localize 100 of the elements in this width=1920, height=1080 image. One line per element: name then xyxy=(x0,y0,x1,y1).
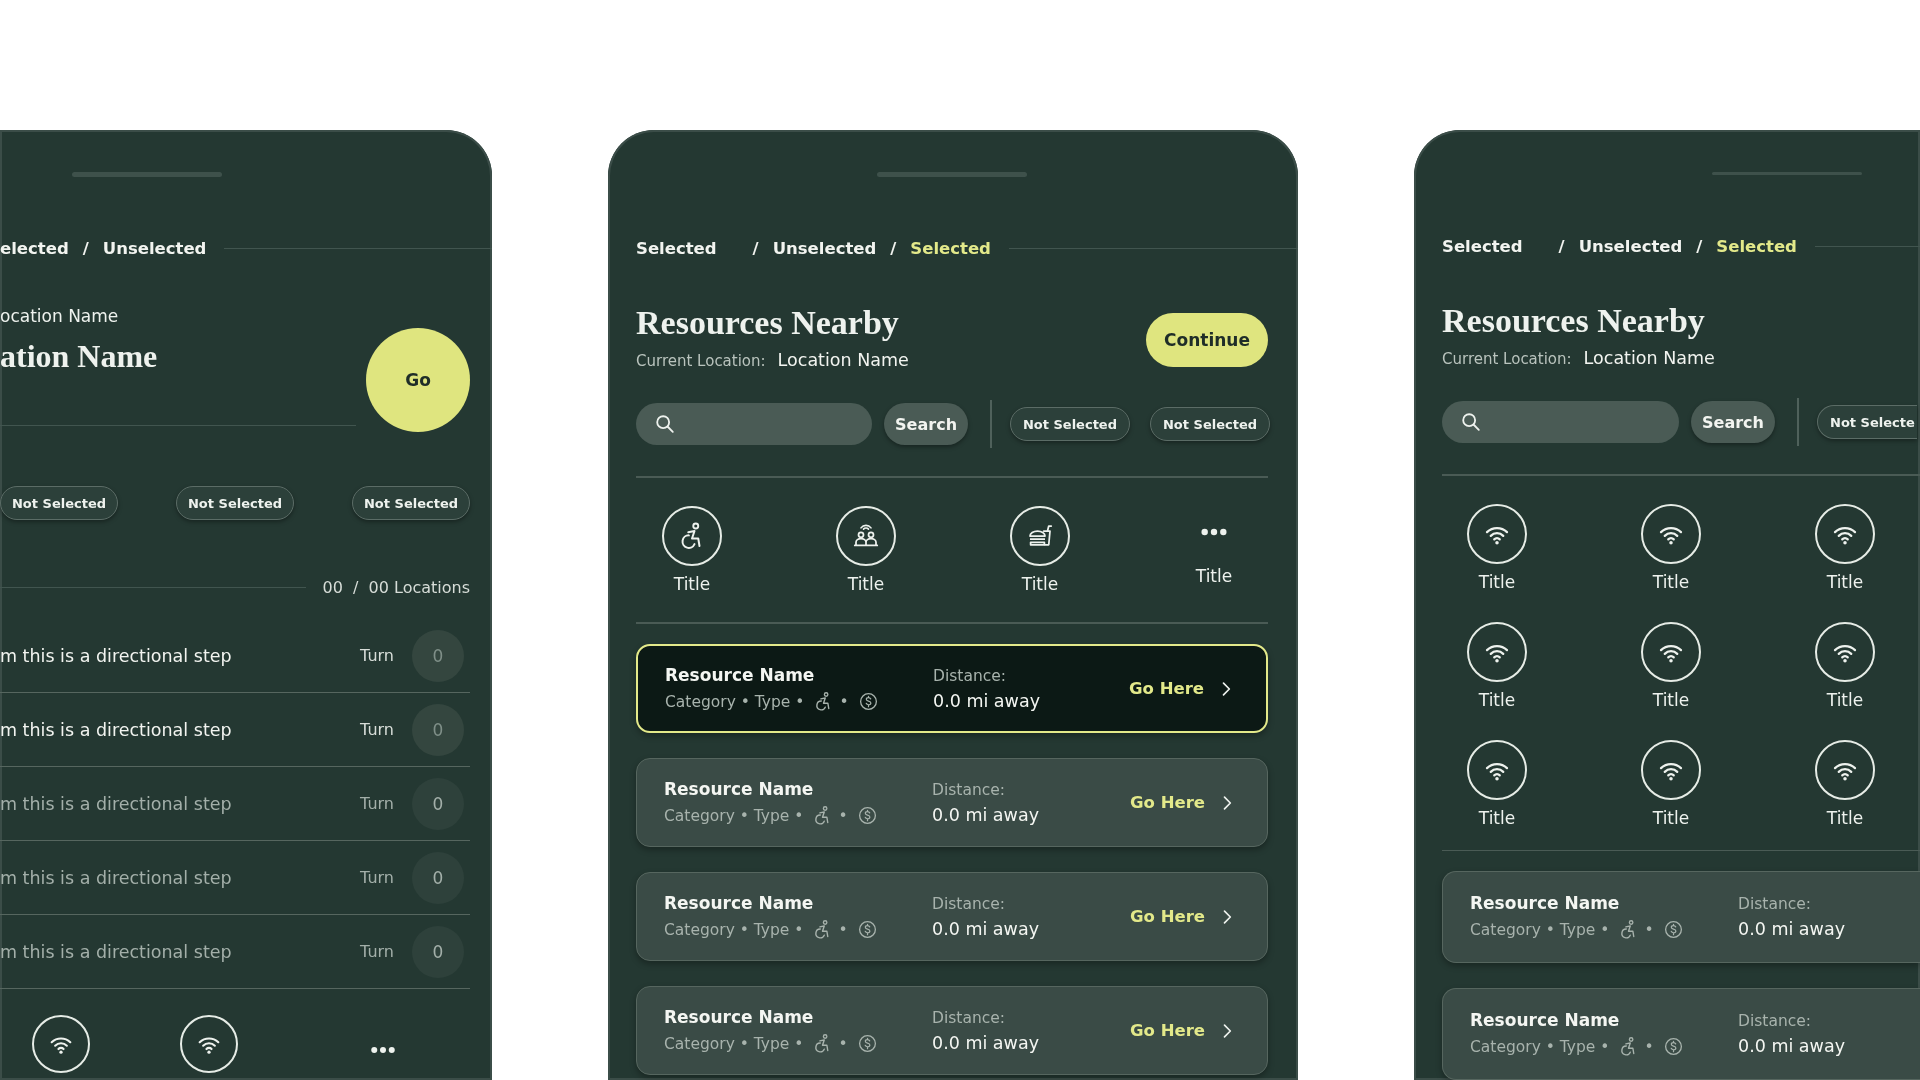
filter-chip[interactable]: Not Selected xyxy=(1009,407,1130,441)
search-button[interactable]: Search xyxy=(1691,401,1775,444)
distance-label: Distance: xyxy=(933,666,1007,685)
page-title: Resources Nearby xyxy=(636,304,900,342)
step-badge: 0 xyxy=(412,851,464,904)
category-button[interactable] xyxy=(1467,503,1527,564)
filter-chip[interactable]: Not Selected xyxy=(0,486,118,520)
search-icon xyxy=(654,413,676,435)
location-name: ocation Name xyxy=(0,306,120,326)
nav-button[interactable] xyxy=(32,1015,90,1073)
category-label: Title xyxy=(1652,689,1690,710)
resource-name: Resource Name xyxy=(664,779,815,799)
breadcrumb-tab[interactable]: Selected xyxy=(1442,237,1523,257)
step-text: m this is a directional step xyxy=(0,719,233,740)
resource-card[interactable]: Resource Name Category • Type • • Distance: 0.0 mi away Go Here xyxy=(636,986,1268,1075)
category-button[interactable] xyxy=(1641,739,1701,800)
search-field[interactable] xyxy=(636,403,873,445)
search-field[interactable] xyxy=(1442,401,1679,444)
go-here-link[interactable]: Go Here xyxy=(1130,1020,1237,1041)
step-action: Turn xyxy=(360,868,394,887)
nav-button[interactable] xyxy=(180,1015,238,1073)
distance-value: 0.0 mi away xyxy=(932,804,1040,825)
step-action: Turn xyxy=(360,794,394,813)
distance-label: Distance: xyxy=(1738,1012,1812,1030)
category-label: Title xyxy=(1478,571,1516,592)
breadcrumb-tab[interactable]: elected xyxy=(0,239,69,258)
meta-separator: • xyxy=(1644,921,1654,939)
go-here-link[interactable]: Go Here xyxy=(1130,906,1237,927)
resource-name: Resource Name xyxy=(1470,893,1621,914)
step-badge: 0 xyxy=(412,703,464,756)
distance-value: 0.0 mi away xyxy=(1738,919,1846,939)
go-here-link[interactable]: Go Here xyxy=(1129,678,1236,699)
resource-card[interactable]: Resource Name Category • Type • • Distance: 0.0 mi away Go Here xyxy=(636,758,1268,847)
category-button[interactable] xyxy=(1010,506,1070,566)
category-button[interactable] xyxy=(1641,503,1701,564)
dollar-icon xyxy=(856,805,878,826)
breadcrumb-separator: / xyxy=(82,239,89,258)
breadcrumb-tab[interactable]: Unselected xyxy=(772,239,877,258)
dollar-icon xyxy=(1662,919,1684,941)
distance-label: Distance: xyxy=(932,1008,1006,1027)
category-label: Title xyxy=(1826,689,1864,710)
distance-label: Distance: xyxy=(1738,895,1812,913)
breadcrumb-tab[interactable]: Selected xyxy=(1716,237,1797,257)
filter-chip[interactable]: Not Selected xyxy=(176,486,294,520)
resource-card[interactable]: Resource Name Category • Type • • Distance: 0.0 mi away Go Here xyxy=(636,644,1268,733)
resource-name: Resource Name xyxy=(1470,1010,1621,1031)
meta-separator: • xyxy=(1644,1038,1654,1056)
location-value: Location Name xyxy=(777,350,909,370)
step-text: m this is a directional step xyxy=(0,793,233,814)
resource-card[interactable]: Resource Name Category • Type • • Distance: 0.0 mi away xyxy=(1442,871,1920,963)
resource-name: Resource Name xyxy=(664,1007,815,1027)
category-button[interactable] xyxy=(1641,621,1701,682)
category-button[interactable] xyxy=(1815,739,1875,800)
dollar-icon xyxy=(856,919,878,940)
step-action: Turn xyxy=(360,942,394,961)
go-here-link[interactable]: Go Here xyxy=(1130,792,1237,813)
step-text: m this is a directional step xyxy=(0,867,233,888)
resource-card[interactable]: Resource Name Category • Type • • Distance: 0.0 mi away Go Here xyxy=(636,872,1268,961)
breadcrumb-separator: / xyxy=(752,239,759,258)
breadcrumb-tab[interactable]: Selected xyxy=(636,239,717,258)
step-action: Turn xyxy=(360,720,394,739)
search-button[interactable]: Search xyxy=(884,403,968,445)
continue-button[interactable]: Continue xyxy=(1146,313,1268,367)
breadcrumb-tab[interactable]: Unselected xyxy=(102,239,207,258)
dollar-icon xyxy=(856,1033,878,1054)
category-button[interactable] xyxy=(1467,739,1527,800)
filter-chip[interactable]: Not Selected xyxy=(1149,407,1270,441)
step-badge: 0 xyxy=(412,925,464,978)
resource-meta: Category • Type • xyxy=(664,920,804,939)
page-title: Resources Nearby xyxy=(1442,302,1706,341)
resource-name: Resource Name xyxy=(665,665,816,685)
category-label: Title xyxy=(847,574,885,594)
category-button[interactable] xyxy=(662,506,722,566)
meta-separator: • xyxy=(839,692,849,711)
category-button[interactable] xyxy=(1815,503,1875,564)
dollar-icon xyxy=(1662,1036,1684,1058)
filter-chip[interactable]: Not Selecte xyxy=(1817,405,1917,440)
category-button[interactable] xyxy=(836,506,896,566)
category-label: Title xyxy=(1478,807,1516,828)
filter-chip[interactable]: Not Selected xyxy=(352,486,470,520)
go-button[interactable]: Go xyxy=(366,328,470,432)
step-badge: 0 xyxy=(412,629,464,682)
distance-label: Distance: xyxy=(932,894,1006,913)
distance-label: Distance: xyxy=(932,780,1006,799)
category-button[interactable] xyxy=(1815,621,1875,682)
resource-name: Resource Name xyxy=(664,893,815,913)
page-title: ation Name xyxy=(0,338,159,375)
breadcrumb-separator: / xyxy=(1696,237,1703,257)
category-label: Title xyxy=(673,574,711,594)
search-icon xyxy=(1460,411,1482,434)
distance-value: 0.0 mi away xyxy=(932,1032,1040,1053)
breadcrumb-tab[interactable]: Selected xyxy=(910,239,991,258)
breadcrumb-separator: / xyxy=(890,239,897,258)
resource-card[interactable]: Resource Name Category • Type • • Distance: 0.0 mi away xyxy=(1442,988,1920,1080)
distance-value: 0.0 mi away xyxy=(932,918,1040,939)
location-label: Current Location: xyxy=(1442,350,1572,369)
step-text: m this is a directional step xyxy=(0,645,233,666)
breadcrumb-tab[interactable]: Unselected xyxy=(1578,237,1683,257)
category-button[interactable] xyxy=(1467,621,1527,682)
resource-meta: Category • Type • xyxy=(1470,921,1610,939)
